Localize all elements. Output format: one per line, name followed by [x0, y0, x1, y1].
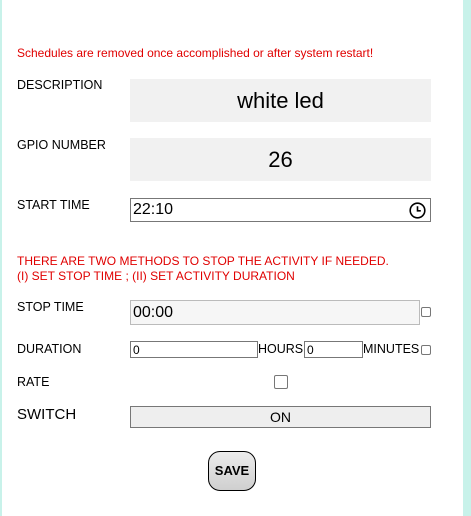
description-label: DESCRIPTION	[17, 78, 103, 92]
duration-minutes-input[interactable]	[304, 341, 363, 358]
start-time-input[interactable]	[130, 198, 431, 222]
start-time-label: START TIME	[17, 198, 90, 212]
left-border	[0, 0, 2, 516]
rate-label: RATE	[17, 375, 50, 389]
description-field[interactable]: white led	[130, 79, 431, 122]
switch-label: SWITCH	[17, 406, 77, 423]
stop-methods-notice-line1: THERE ARE TWO METHODS TO STOP THE ACTIVI…	[17, 254, 389, 268]
gpio-number-label: GPIO NUMBER	[17, 138, 106, 152]
duration-hours-input[interactable]	[130, 341, 258, 358]
rate-checkbox[interactable]	[274, 375, 288, 389]
duration-label: DURATION	[17, 342, 82, 356]
gpio-number-field[interactable]: 26	[130, 138, 431, 181]
stop-time-input[interactable]	[130, 300, 420, 325]
right-scroll-strip	[463, 0, 471, 516]
hours-label: HOURS	[258, 342, 304, 356]
minutes-label: MINUTES	[363, 342, 420, 356]
stop-time-label: STOP TIME	[17, 300, 84, 314]
duration-checkbox[interactable]	[421, 345, 431, 355]
stop-time-checkbox[interactable]	[421, 307, 431, 317]
stop-methods-notice-line2: (I) SET STOP TIME ; (II) SET ACTIVITY DU…	[17, 269, 295, 283]
switch-toggle-button[interactable]: ON	[130, 406, 431, 428]
clock-icon[interactable]	[409, 202, 426, 219]
schedule-notice: Schedules are removed once accomplished …	[17, 46, 374, 60]
save-button[interactable]: SAVE	[208, 451, 256, 491]
